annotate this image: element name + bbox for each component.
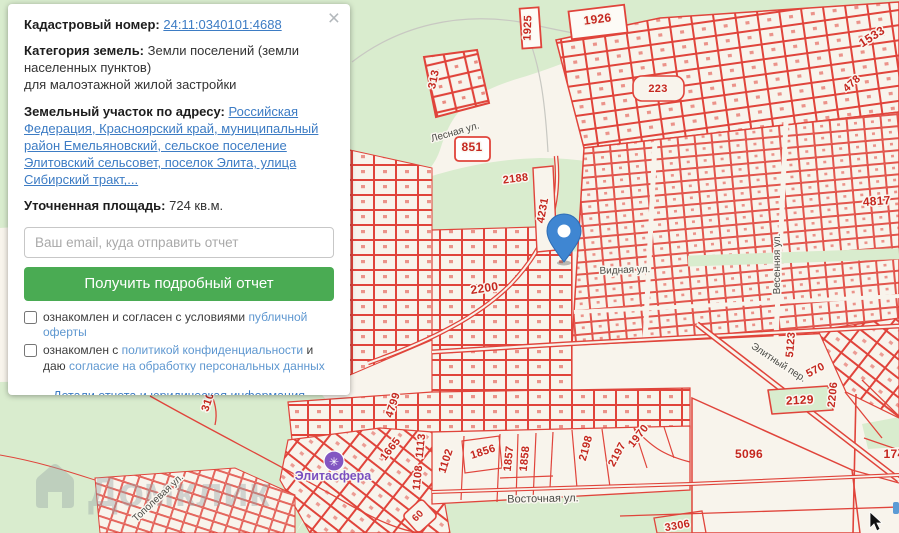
- poi-icon[interactable]: ✳: [323, 450, 345, 472]
- email-input[interactable]: [24, 226, 334, 258]
- offer-consent-row: ознакомлен и согласен с условиями публич…: [24, 310, 334, 342]
- address-label: Земельный участок по адресу:: [24, 103, 225, 119]
- privacy-consent-text: ознакомлен с политикой конфиденциальност…: [43, 343, 325, 374]
- personal-data-link[interactable]: согласие на обработку персональных данны…: [69, 359, 325, 373]
- land-category-row: Категория земель: Земли поселений (земли…: [24, 42, 334, 93]
- map-street-label: Восточная ул.: [507, 492, 579, 505]
- map-poi-label: Элитасфера: [295, 469, 373, 483]
- map-parcel-label: 851: [462, 140, 483, 154]
- map-parcel-label: 1113: [414, 433, 428, 459]
- cadastral-number-link[interactable]: 24:11:0340101:4688: [163, 17, 281, 32]
- map-parcel-label: 5123: [784, 331, 798, 358]
- cadastral-number-label: Кадастровый номер:: [24, 17, 160, 32]
- cadastral-number-row: Кадастровый номер: 24:11:0340101:4688: [24, 16, 334, 33]
- offer-consent-checkbox[interactable]: [24, 310, 37, 324]
- area-label: Уточненная площадь:: [24, 198, 166, 214]
- land-category-label: Категория земель:: [24, 43, 145, 59]
- privacy-consent-row: ознакомлен с политикой конфиденциальност…: [24, 343, 334, 375]
- report-details-link[interactable]: Детали отчета и юридическая информация: [53, 388, 305, 395]
- map-parcel-label: 1925: [522, 15, 535, 41]
- map-clipped-poi-chip: [893, 502, 899, 514]
- area-row: Уточненная площадь: 724 кв.м.: [24, 197, 334, 214]
- privacy-policy-link[interactable]: политикой конфиденциальности: [122, 343, 303, 357]
- privacy-consent-checkbox[interactable]: [24, 344, 37, 358]
- map-street-label: Весенняя ул.: [772, 234, 783, 295]
- map-parcel-label: 174: [884, 447, 899, 461]
- get-report-button[interactable]: Получить подробный отчет: [24, 266, 334, 301]
- map-parcel-label: 223: [648, 83, 667, 95]
- area-value: 724 кв.м.: [169, 198, 224, 214]
- map-parcel-label: 5096: [735, 447, 763, 461]
- svg-text:✳: ✳: [329, 455, 339, 469]
- popup-footer-links: Детали отчета и юридическая информация Р…: [24, 387, 334, 395]
- map-parcel-label: 2129: [785, 392, 814, 407]
- map-street-label: Видная ул.: [599, 264, 650, 277]
- address-row: Земельный участок по адресу: Российская …: [24, 103, 334, 189]
- land-category-value2: для малоэтажной жилой застройки: [24, 77, 237, 93]
- close-icon[interactable]: ×: [328, 8, 340, 29]
- map-parcel-label: 4817: [862, 193, 891, 209]
- parcel-info-popup: × Кадастровый номер: 24:11:0340101:4688 …: [8, 4, 350, 395]
- cadastral-map-app: Домклик ✳ 1925 1926 1533 223 478 313 851 2188 42…: [0, 0, 899, 533]
- offer-consent-text: ознакомлен и согласен с условиями публич…: [43, 309, 308, 340]
